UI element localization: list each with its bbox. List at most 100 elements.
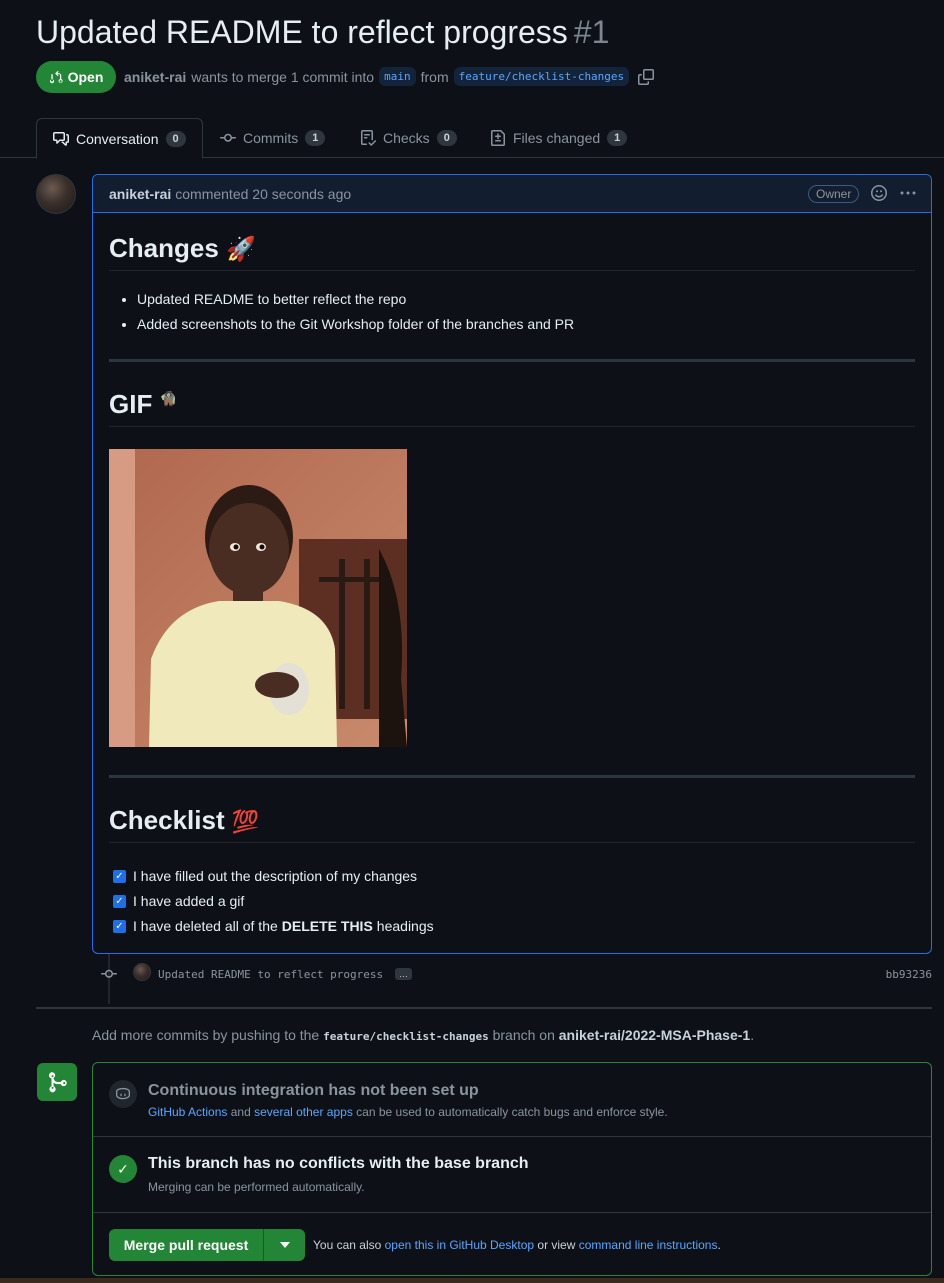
checklist-heading-text: Checklist <box>109 805 225 835</box>
conflict-section: ✓ This branch has no conflicts with the … <box>93 1137 931 1213</box>
pr-author-link[interactable]: aniket-rai <box>124 69 186 85</box>
list-item: Updated README to better reflect the rep… <box>137 287 574 312</box>
ci-and: and <box>230 1105 251 1119</box>
tab-commits[interactable]: Commits 1 <box>220 118 326 158</box>
troll-emoji: 🧌 <box>159 390 178 407</box>
github-actions-link[interactable]: GitHub Actions <box>148 1105 227 1119</box>
conflict-subtitle: Merging can be performed automatically. <box>148 1180 365 1194</box>
merge-note: You can also open this in GitHub Desktop… <box>313 1238 721 1252</box>
pr-merge-text: wants to merge 1 commit into <box>191 68 375 85</box>
ci-rest: can be used to automatically catch bugs … <box>356 1105 668 1119</box>
commit-sha[interactable]: bb93236 <box>886 968 932 981</box>
other-apps-link[interactable]: several other apps <box>254 1105 353 1119</box>
tab-checks-count: 0 <box>436 130 457 146</box>
smiley-icon[interactable] <box>871 185 887 201</box>
head-branch[interactable]: feature/checklist-changes <box>453 67 630 86</box>
tab-files-changed-label: Files changed <box>513 130 601 146</box>
push-hint-middle: branch on <box>492 1027 555 1043</box>
commit-message[interactable]: Updated README to reflect progress <box>158 968 383 981</box>
ci-status-icon <box>109 1080 137 1108</box>
tab-commits-count: 1 <box>305 130 326 146</box>
comment-timestamp[interactable]: commented 20 seconds ago <box>175 186 351 202</box>
copy-icon[interactable] <box>638 68 655 85</box>
command-line-link[interactable]: command line instructions <box>579 1238 718 1252</box>
gif-heading: GIF 🧌 <box>109 389 915 427</box>
taskbar-strip <box>0 1278 944 1283</box>
pr-title: Updated README to reflect progress #1 <box>36 14 609 51</box>
kebab-icon[interactable] <box>899 185 917 201</box>
checks-icon <box>361 130 376 146</box>
tab-conversation[interactable]: Conversation 0 <box>36 118 203 159</box>
tab-conversation-count: 0 <box>165 130 186 147</box>
checklist-item-text: I have added a gif <box>133 893 245 909</box>
commit-icon <box>101 969 117 978</box>
rocket-emoji: 🚀 <box>226 236 256 263</box>
merge-note-mid: or view <box>537 1238 576 1252</box>
checklist-heading: Checklist 💯 <box>109 805 915 843</box>
ci-section: Continuous integration has not been set … <box>93 1063 931 1137</box>
checkbox[interactable]: ✓ <box>113 869 126 883</box>
checklist-item-text-before: I have deleted all of the <box>133 918 278 934</box>
merge-button-label[interactable]: Merge pull request <box>109 1229 264 1261</box>
push-hint-repo: aniket-rai/2022-MSA-Phase-1 <box>558 1027 751 1043</box>
pr-tabs: Conversation 0 Commits 1 Checks 0 Files … <box>0 118 944 159</box>
checkbox[interactable]: ✓ <box>113 894 126 908</box>
pr-state-label: Open <box>67 69 104 85</box>
horizontal-rule <box>109 359 915 362</box>
ci-title: Continuous integration has not been set … <box>148 1082 479 1099</box>
commit-icon <box>220 133 236 142</box>
robot-icon <box>116 1087 130 1100</box>
merge-icon <box>48 1072 67 1093</box>
timeline-divider <box>36 1007 932 1009</box>
pr-number: #1 <box>573 14 610 50</box>
conflict-title: This branch has no conflicts with the ba… <box>148 1155 529 1172</box>
gif-illustration <box>109 449 407 747</box>
push-hint-branch: feature/checklist-changes <box>323 1030 489 1043</box>
diff-icon <box>491 130 505 146</box>
pr-from-text: from <box>420 68 449 85</box>
changes-heading: Changes 🚀 <box>109 233 915 271</box>
push-hint: Add more commits by pushing to the featu… <box>92 1027 754 1043</box>
push-hint-suffix: . <box>750 1027 755 1043</box>
pull-request-icon <box>49 70 63 84</box>
tab-commits-label: Commits <box>243 130 299 146</box>
check-icon: ✓ <box>109 1155 137 1183</box>
merge-pull-request-button[interactable]: Merge pull request <box>109 1229 305 1261</box>
hundred-emoji: 💯 <box>231 809 260 834</box>
pr-title-text: Updated README to reflect progress <box>36 14 568 50</box>
merge-box: Continuous integration has not been set … <box>92 1062 932 1276</box>
merge-note-prefix: You can also <box>313 1238 382 1252</box>
commenter-avatar[interactable] <box>36 174 76 214</box>
checklist-item: ✓ I have deleted all of the DELETE THIS … <box>113 916 434 936</box>
merge-note-suffix: . <box>717 1238 721 1252</box>
conversation-icon <box>53 131 69 146</box>
pr-meta: aniket-rai wants to merge 1 commit into … <box>124 67 655 86</box>
changes-list: Updated README to better reflect the rep… <box>137 287 574 337</box>
comment-box: aniket-rai commented 20 seconds ago Owne… <box>92 174 932 954</box>
merge-options-dropdown[interactable] <box>264 1229 305 1261</box>
gif-image[interactable] <box>109 449 407 747</box>
push-hint-prefix: Add more commits by pushing to the <box>92 1027 320 1043</box>
list-item: Added screenshots to the Git Workshop fo… <box>137 312 574 337</box>
horizontal-rule <box>109 775 915 778</box>
comment-header: aniket-rai commented 20 seconds ago Owne… <box>93 175 931 213</box>
commit-row: Updated README to reflect progress … bb9… <box>100 962 932 986</box>
changes-heading-text: Changes <box>109 233 219 263</box>
triangle-down-icon <box>279 1242 290 1248</box>
checklist-item: ✓ I have added a gif <box>113 891 244 911</box>
github-desktop-link[interactable]: open this in GitHub Desktop <box>385 1238 534 1252</box>
tab-files-changed-count: 1 <box>607 130 628 146</box>
ci-subtitle: GitHub Actions and several other apps ca… <box>148 1105 668 1119</box>
checklist-item: ✓ I have filled out the description of m… <box>113 866 417 886</box>
checkbox[interactable]: ✓ <box>113 919 126 933</box>
tab-checks[interactable]: Checks 0 <box>360 118 457 158</box>
commit-author-avatar[interactable] <box>133 963 151 981</box>
tab-conversation-label: Conversation <box>76 130 159 147</box>
gif-heading-text: GIF <box>109 389 153 419</box>
tab-files-changed[interactable]: Files changed 1 <box>490 118 628 158</box>
checklist-item-text: I have filled out the description of my … <box>133 868 418 884</box>
commit-expand-button[interactable]: … <box>395 968 412 980</box>
base-branch[interactable]: main <box>379 67 416 86</box>
comment-author[interactable]: aniket-rai <box>109 186 171 202</box>
checklist-item-bold: DELETE THIS <box>281 918 373 934</box>
